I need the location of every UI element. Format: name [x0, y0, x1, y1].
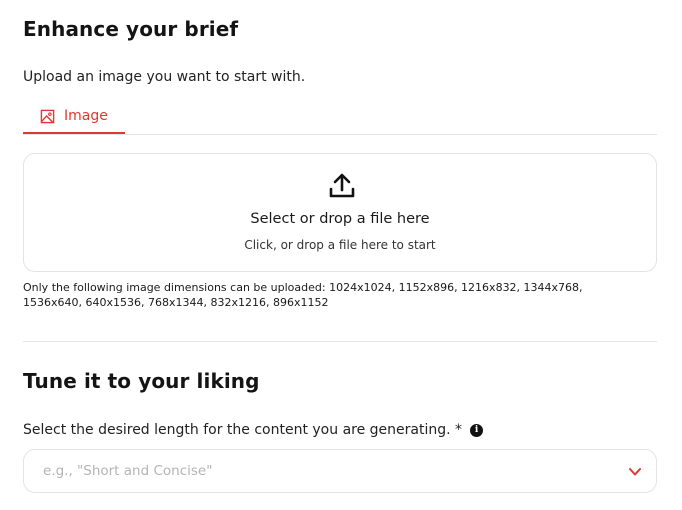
- upload-icon: [329, 173, 355, 198]
- dimensions-note: Only the following image dimensions can …: [23, 281, 583, 309]
- length-select-placeholder: e.g., "Short and Concise": [43, 463, 213, 479]
- file-dropzone[interactable]: Select or drop a file here Click, or dro…: [23, 153, 657, 272]
- section-title-tune: Tune it to your liking: [23, 369, 260, 393]
- tab-image-label: Image: [64, 108, 108, 124]
- upload-instruction: Upload an image you want to start with.: [23, 69, 306, 85]
- image-icon: [40, 109, 55, 123]
- length-field-label: Select the desired length for the conten…: [23, 422, 484, 438]
- dropzone-title: Select or drop a file here: [250, 211, 430, 227]
- section-title-enhance-brief: Enhance your brief: [23, 17, 239, 41]
- chevron-down-icon: [629, 468, 641, 476]
- info-icon[interactable]: i: [470, 423, 484, 437]
- section-divider: [23, 341, 657, 342]
- dropzone-subtitle: Click, or drop a file here to start: [244, 238, 436, 252]
- length-label-text: Select the desired length for the conten…: [23, 422, 463, 438]
- length-select[interactable]: e.g., "Short and Concise": [23, 449, 657, 493]
- tab-bar: Image: [23, 100, 657, 135]
- tab-image[interactable]: Image: [23, 100, 125, 134]
